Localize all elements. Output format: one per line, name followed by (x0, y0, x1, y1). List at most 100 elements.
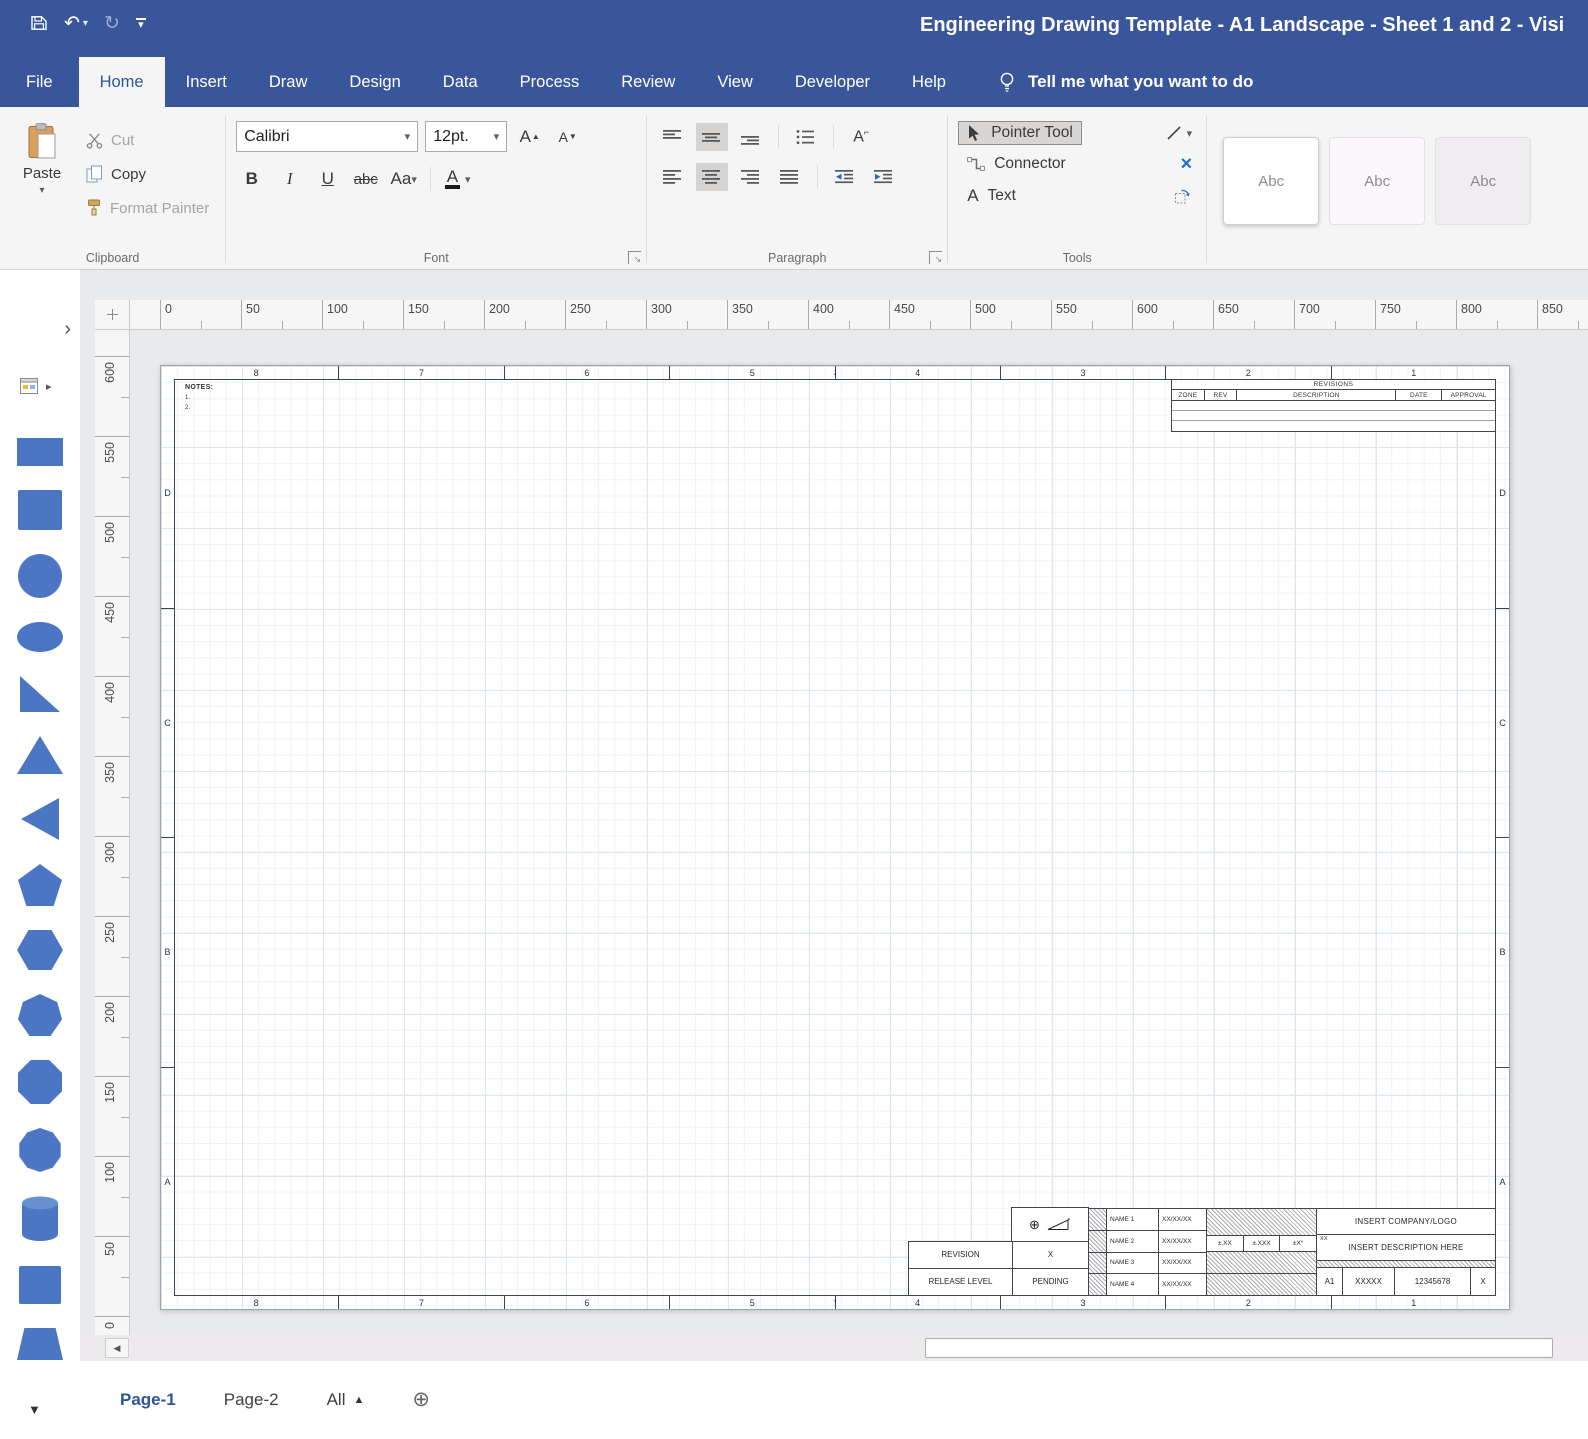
horizontal-scrollbar-thumb[interactable] (925, 1338, 1553, 1358)
shrink-font-button[interactable]: A▼ (552, 122, 583, 152)
tab-process[interactable]: Process (499, 57, 601, 107)
bullets-button[interactable] (790, 123, 822, 151)
shape-style-swatch[interactable]: Abc (1223, 137, 1319, 225)
pointer-tool-button[interactable]: Pointer Tool (958, 121, 1082, 145)
underline-button[interactable]: U (312, 164, 343, 194)
role-placeholder-cell (1089, 1231, 1107, 1252)
horizontal-ruler-tick: 750 (1375, 300, 1456, 329)
font-dialog-launcher[interactable]: ↘ (628, 251, 641, 264)
page-tab-all[interactable]: All ▲ (327, 1390, 365, 1410)
vertical-ruler-tick: 0 (103, 1322, 117, 1329)
font-size-value: 12pt. (433, 128, 469, 146)
text-direction-button[interactable]: A⌐ (845, 123, 877, 151)
description-cell: XX INSERT DESCRIPTION HERE (1317, 1235, 1495, 1261)
align-right-button[interactable] (735, 163, 767, 191)
font-color-button[interactable]: A ▾ (442, 164, 473, 194)
bold-button[interactable]: B (236, 164, 267, 194)
drawing-page[interactable]: 87654321 87654321 DCBA DCBA ↓ ↑ NOTES: 1… (160, 365, 1510, 1310)
shape-trapezoid[interactable] (17, 1328, 63, 1360)
align-left-button[interactable] (657, 163, 689, 191)
undo-button[interactable]: ↶ ▾ (64, 9, 88, 37)
decrease-indent-button[interactable] (829, 163, 861, 191)
tab-home[interactable]: Home (79, 57, 165, 107)
shape-decagon[interactable] (18, 1128, 62, 1172)
copy-button[interactable]: Copy (80, 161, 215, 187)
shape-rectangle[interactable] (17, 438, 63, 466)
align-middle-button[interactable] (696, 123, 728, 151)
shape-style-swatch[interactable]: Abc (1435, 137, 1531, 225)
tab-view[interactable]: View (696, 57, 773, 107)
shape-pentagon[interactable] (18, 864, 62, 906)
tab-review[interactable]: Review (600, 57, 696, 107)
connection-point-tool-button[interactable]: × (1181, 155, 1197, 173)
undo-dropdown-caret[interactable]: ▾ (83, 18, 88, 29)
shapes-scroll-down-icon[interactable]: ▼ (28, 1402, 41, 1417)
shape-ellipse[interactable] (17, 622, 63, 652)
shape-square-small[interactable] (19, 1266, 61, 1304)
notes-item: 1. (185, 395, 213, 401)
stencil-window-button[interactable]: ▸ (20, 376, 52, 396)
name-cell: NAME 4 (1107, 1274, 1159, 1295)
horizontal-scrollbar[interactable]: ◀ (80, 1335, 1588, 1361)
tab-design[interactable]: Design (328, 57, 421, 107)
page-tab-page2[interactable]: Page-2 (224, 1390, 279, 1410)
tab-developer[interactable]: Developer (774, 57, 891, 107)
align-bottom-icon (741, 129, 761, 145)
shape-square[interactable] (18, 490, 62, 530)
tools-group-label: Tools (948, 251, 1206, 265)
justify-icon (780, 169, 800, 185)
grow-font-button[interactable]: A▲ (514, 122, 545, 152)
shape-hexagon[interactable] (17, 930, 63, 970)
zone-label: D (1496, 379, 1509, 609)
tab-file[interactable]: File (0, 57, 79, 107)
save-button[interactable] (30, 9, 48, 37)
cut-button[interactable]: Cut (80, 127, 215, 153)
text-tool-button[interactable]: A Text (958, 183, 1025, 209)
shape-style-swatch[interactable]: Abc (1329, 137, 1425, 225)
shape-octagon[interactable] (18, 1060, 62, 1104)
font-size-select[interactable]: 12pt. ▾ (425, 121, 507, 152)
rotate-tool-button[interactable] (1173, 187, 1196, 206)
lightbulb-icon (997, 71, 1017, 94)
tell-me-box[interactable]: Tell me what you want to do (997, 57, 1253, 107)
shape-heptagon[interactable] (18, 994, 62, 1036)
shape-left-triangle[interactable] (21, 798, 59, 840)
tab-data[interactable]: Data (422, 57, 499, 107)
customize-qat-icon: ▾ (136, 18, 146, 29)
window-title: Engineering Drawing Template - A1 Landsc… (920, 14, 1588, 37)
change-case-button[interactable]: Aa ▾ (388, 164, 419, 194)
tab-draw[interactable]: Draw (248, 57, 329, 107)
new-page-button[interactable]: ⊕ (412, 1390, 430, 1410)
paragraph-dialog-launcher[interactable]: ↘ (929, 251, 942, 264)
strikethrough-button[interactable]: abc (350, 164, 381, 194)
justify-button[interactable] (774, 163, 806, 191)
position-symbol-icon: ⊕ (1029, 1218, 1040, 1231)
line-tool-button[interactable]: ▾ (1166, 125, 1197, 141)
font-family-select[interactable]: Calibri ▾ (236, 121, 418, 152)
italic-button[interactable]: I (274, 164, 305, 194)
align-center-button[interactable] (696, 163, 728, 191)
increase-indent-button[interactable] (868, 163, 900, 191)
scroll-left-button[interactable]: ◀ (105, 1338, 129, 1358)
horizontal-ruler-tick: 800 (1456, 300, 1537, 329)
page-tab-bar: Page-1 Page-2 All ▲ ⊕ (80, 1361, 1588, 1439)
align-top-button[interactable] (657, 123, 689, 151)
shape-triangle[interactable] (17, 736, 63, 774)
shape-circle[interactable] (18, 554, 62, 598)
drawing-canvas-area: 0501001502002503003504004505005506006507… (80, 270, 1588, 1335)
tab-help[interactable]: Help (891, 57, 967, 107)
page-tab-page1[interactable]: Page-1 (120, 1390, 176, 1410)
connection-point-x-icon: × (1181, 155, 1193, 173)
connector-tool-button[interactable]: Connector (958, 152, 1075, 176)
align-bottom-button[interactable] (735, 123, 767, 151)
customize-qat-button[interactable]: ▾ (136, 9, 146, 37)
tab-insert[interactable]: Insert (165, 57, 248, 107)
redo-button[interactable]: ↻ (104, 9, 120, 37)
shape-cylinder[interactable] (20, 1196, 60, 1242)
shape-right-triangle[interactable] (20, 676, 60, 712)
connector-icon (967, 156, 985, 172)
expand-shapes-panel-chevron-icon[interactable]: › (64, 318, 71, 341)
paste-button[interactable]: Paste ▾ (10, 113, 74, 221)
format-painter-button[interactable]: Format Painter (80, 195, 215, 221)
role-placeholder-cell (1089, 1209, 1107, 1230)
